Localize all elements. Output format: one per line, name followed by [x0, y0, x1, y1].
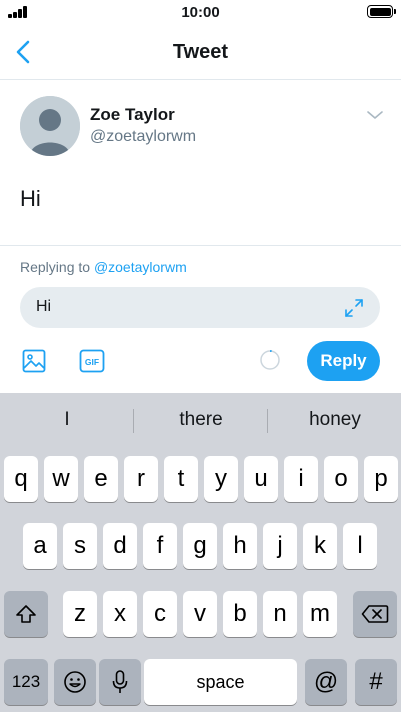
key-b[interactable]: b — [223, 591, 257, 637]
space-key[interactable]: space — [144, 659, 297, 705]
reply-button[interactable]: Reply — [307, 341, 380, 381]
key-l[interactable]: l — [343, 523, 377, 569]
suggestion-3[interactable]: honey — [268, 409, 401, 431]
reply-input[interactable]: Hi — [36, 298, 51, 316]
nav-bar: Tweet — [0, 26, 401, 80]
progress-ring-icon — [260, 350, 280, 370]
add-image-button[interactable] — [22, 349, 46, 373]
gif-label: GIF — [85, 357, 99, 367]
key-c[interactable]: c — [143, 591, 177, 637]
status-time: 10:00 — [181, 4, 220, 21]
author-name[interactable]: Zoe Taylor — [90, 105, 175, 125]
replying-handle[interactable]: @zoetaylorwm — [94, 259, 187, 275]
tweet-menu-button[interactable] — [366, 108, 384, 122]
key-u[interactable]: u — [244, 456, 278, 502]
image-icon — [22, 349, 46, 373]
emoji-icon — [64, 671, 86, 693]
key-w[interactable]: w — [44, 456, 78, 502]
key-k[interactable]: k — [303, 523, 337, 569]
key-j[interactable]: j — [263, 523, 297, 569]
suggestion-1[interactable]: I — [0, 409, 134, 431]
backspace-icon — [361, 605, 389, 623]
reply-input-box[interactable]: Hi — [20, 287, 380, 328]
key-x[interactable]: x — [103, 591, 137, 637]
expand-button[interactable] — [344, 298, 364, 318]
numbers-key[interactable]: 123 — [4, 659, 48, 705]
delete-key[interactable] — [353, 591, 397, 637]
key-m[interactable]: m — [303, 591, 337, 637]
key-o[interactable]: o — [324, 456, 358, 502]
chevron-down-icon — [367, 111, 383, 119]
divider — [0, 245, 401, 246]
avatar[interactable] — [20, 96, 80, 156]
key-h[interactable]: h — [223, 523, 257, 569]
key-f[interactable]: f — [143, 523, 177, 569]
key-p[interactable]: p — [364, 456, 398, 502]
suggestion-2[interactable]: there — [134, 409, 268, 431]
key-a[interactable]: a — [23, 523, 57, 569]
tweet-text: Hi — [20, 186, 41, 211]
battery-full-icon — [367, 5, 396, 18]
key-i[interactable]: i — [284, 456, 318, 502]
key-r[interactable]: r — [124, 456, 158, 502]
key-y[interactable]: y — [204, 456, 238, 502]
shift-icon — [16, 605, 36, 623]
keyboard: I there honey q w e r t y u i o p a s d … — [0, 393, 401, 712]
emoji-key[interactable] — [54, 659, 96, 705]
predictive-bar: I there honey — [0, 393, 401, 443]
microphone-icon — [112, 670, 128, 693]
at-key[interactable]: @ — [305, 659, 347, 705]
default-avatar-icon — [20, 96, 80, 156]
key-v[interactable]: v — [183, 591, 217, 637]
key-s[interactable]: s — [63, 523, 97, 569]
shift-key[interactable] — [4, 591, 48, 637]
microphone-key[interactable] — [99, 659, 141, 705]
replying-label: Replying to — [20, 259, 91, 275]
status-bar: 10:00 — [0, 0, 401, 26]
gif-icon: GIF — [79, 349, 105, 373]
author-handle[interactable]: @zoetaylorwm — [90, 128, 196, 146]
key-z[interactable]: z — [63, 591, 97, 637]
page-title: Tweet — [172, 41, 229, 63]
character-count-ring — [260, 350, 280, 370]
hash-key[interactable]: # — [355, 659, 397, 705]
key-t[interactable]: t — [164, 456, 198, 502]
expand-arrows-icon — [345, 299, 363, 317]
key-e[interactable]: e — [84, 456, 118, 502]
key-d[interactable]: d — [103, 523, 137, 569]
key-q[interactable]: q — [4, 456, 38, 502]
key-n[interactable]: n — [263, 591, 297, 637]
key-g[interactable]: g — [183, 523, 217, 569]
replying-to: Replying to @zoetaylorwm — [20, 259, 187, 275]
add-gif-button[interactable]: GIF — [79, 349, 105, 373]
